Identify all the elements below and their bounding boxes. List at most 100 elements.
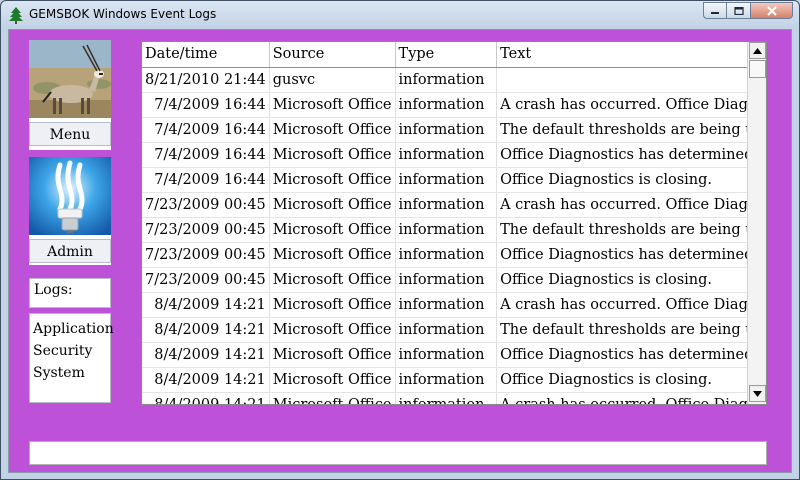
status-bar — [29, 441, 767, 465]
close-icon — [766, 5, 777, 16]
window-title: GEMSBOK Windows Event Logs — [29, 7, 217, 21]
table-row[interactable]: 8/4/2009 14:21 Microsoft Office informatio… — [142, 292, 766, 318]
scroll-up-button[interactable] — [749, 42, 766, 59]
cell-datetime: 7/4/2009 16:44 — [142, 117, 270, 143]
cell-text: Office Diagnostics has determined — [496, 342, 766, 368]
client-area: Menu Admin Logs: Application Security Sy… — [8, 29, 792, 473]
table-row[interactable]: 8/4/2009 14:21 Microsoft Office informatio… — [142, 367, 766, 393]
table-row[interactable]: 8/21/2010 21:44 gusvc information — [142, 67, 766, 93]
tree-icon — [9, 7, 23, 24]
cell-source: Microsoft Office — [269, 292, 396, 318]
event-log-grid[interactable]: Date/time Source Type Text 8/21/2010 21:… — [141, 41, 767, 405]
cell-source: Microsoft Office — [269, 317, 396, 343]
table-row[interactable]: 7/4/2009 16:44 Microsoft Office informatio… — [142, 167, 766, 193]
table-row[interactable]: 7/23/2009 00:45 Microsoft Office informati… — [142, 192, 766, 218]
cell-datetime: 8/4/2009 14:21 — [142, 342, 270, 368]
maximize-button[interactable] — [727, 2, 751, 19]
cell-source: Microsoft Office — [269, 267, 396, 293]
cell-source: Microsoft Office — [269, 367, 396, 393]
cell-type: information — [395, 217, 498, 243]
cell-datetime: 8/21/2010 21:44 — [142, 67, 270, 93]
column-header-datetime[interactable]: Date/time — [142, 42, 270, 68]
table-row[interactable]: 7/4/2009 16:44 Microsoft Office informatio… — [142, 92, 766, 118]
cell-type: information — [395, 292, 498, 318]
cell-text: A crash has occurred. Office Diagn — [496, 392, 766, 404]
column-header-source[interactable]: Source — [269, 42, 396, 68]
scroll-down-button[interactable] — [749, 385, 766, 402]
menu-tile[interactable]: Menu — [29, 40, 111, 150]
column-header-text[interactable]: Text — [496, 42, 766, 68]
table-row[interactable]: 7/23/2009 00:45 Microsoft Office informati… — [142, 242, 766, 268]
cell-text: Office Diagnostics has determined — [496, 142, 766, 168]
minimize-button[interactable] — [703, 2, 727, 19]
cell-type: information — [395, 317, 498, 343]
title-bar[interactable]: GEMSBOK Windows Event Logs — [1, 1, 799, 29]
cell-text: Office Diagnostics is closing. — [496, 367, 766, 393]
cell-text: The default thresholds are being us — [496, 117, 766, 143]
table-row[interactable]: 8/4/2009 14:21 Microsoft Office informatio… — [142, 392, 766, 404]
cell-text: The default thresholds are being us — [496, 217, 766, 243]
close-button[interactable] — [751, 2, 793, 19]
cell-type: information — [395, 367, 498, 393]
maximize-icon — [733, 6, 744, 15]
cell-source: Microsoft Office — [269, 217, 396, 243]
cell-datetime: 8/4/2009 14:21 — [142, 367, 270, 393]
cell-text — [496, 67, 766, 93]
column-header-type[interactable]: Type — [395, 42, 498, 68]
cell-text: Office Diagnostics is closing. — [496, 167, 766, 193]
cell-text: Office Diagnostics has determined — [496, 242, 766, 268]
cell-text: The default thresholds are being us — [496, 317, 766, 343]
admin-tile[interactable]: Admin — [29, 157, 111, 265]
cell-datetime: 8/4/2009 14:21 — [142, 292, 270, 318]
cell-datetime: 7/4/2009 16:44 — [142, 167, 270, 193]
minimize-icon — [711, 11, 719, 14]
cell-source: Microsoft Office — [269, 167, 396, 193]
table-row[interactable]: 7/23/2009 00:45 Microsoft Office informati… — [142, 267, 766, 293]
arrow-up-icon — [753, 47, 762, 54]
cell-type: information — [395, 142, 498, 168]
cell-source: Microsoft Office — [269, 242, 396, 268]
logs-list[interactable]: Application Security System — [29, 313, 114, 403]
cell-type: information — [395, 167, 498, 193]
cell-source: Microsoft Office — [269, 92, 396, 118]
vertical-scrollbar[interactable] — [747, 42, 766, 404]
log-item-application[interactable]: Application — [33, 318, 114, 340]
cell-text: A crash has occurred. Office Diagn — [496, 292, 766, 318]
event-table: Date/time Source Type Text 8/21/2010 21:… — [142, 42, 766, 404]
cell-type: information — [395, 92, 498, 118]
cell-source: Microsoft Office — [269, 117, 396, 143]
table-row[interactable]: 7/4/2009 16:44 Microsoft Office informatio… — [142, 142, 766, 168]
cell-datetime: 8/4/2009 14:21 — [142, 317, 270, 343]
cell-datetime: 7/4/2009 16:44 — [142, 142, 270, 168]
cell-source: Microsoft Office — [269, 142, 396, 168]
cell-source: Microsoft Office — [269, 342, 396, 368]
cell-type: information — [395, 117, 498, 143]
cell-datetime: 7/4/2009 16:44 — [142, 92, 270, 118]
log-item-security[interactable]: Security — [33, 340, 110, 362]
cell-datetime: 7/23/2009 00:45 — [142, 242, 270, 268]
cell-datetime: 8/4/2009 14:21 — [142, 392, 270, 404]
cell-source: Microsoft Office — [269, 392, 396, 404]
table-row[interactable]: 8/4/2009 14:21 Microsoft Office informatio… — [142, 342, 766, 368]
cell-type: information — [395, 242, 498, 268]
table-row[interactable]: 8/4/2009 14:21 Microsoft Office informatio… — [142, 317, 766, 343]
light-bulb-icon — [29, 157, 111, 235]
table-row[interactable]: 7/23/2009 00:45 Microsoft Office informati… — [142, 217, 766, 243]
arrow-down-icon — [753, 390, 762, 397]
cell-type: information — [395, 192, 498, 218]
table-row[interactable]: 7/4/2009 16:44 Microsoft Office informatio… — [142, 117, 766, 143]
cell-datetime: 7/23/2009 00:45 — [142, 217, 270, 243]
cell-source: gusvc — [269, 67, 396, 93]
cell-type: information — [395, 267, 498, 293]
scroll-thumb[interactable] — [749, 60, 766, 78]
logs-label: Logs: — [29, 278, 111, 308]
cell-text: A crash has occurred. Office Diagn — [496, 92, 766, 118]
cell-text: A crash has occurred. Office Diagn — [496, 192, 766, 218]
log-item-system[interactable]: System — [33, 362, 110, 384]
cell-text: Office Diagnostics is closing. — [496, 267, 766, 293]
cell-source: Microsoft Office — [269, 192, 396, 218]
window-controls — [703, 2, 793, 20]
menu-label: Menu — [29, 122, 111, 146]
cell-type: information — [395, 67, 498, 93]
cell-datetime: 7/23/2009 00:45 — [142, 192, 270, 218]
